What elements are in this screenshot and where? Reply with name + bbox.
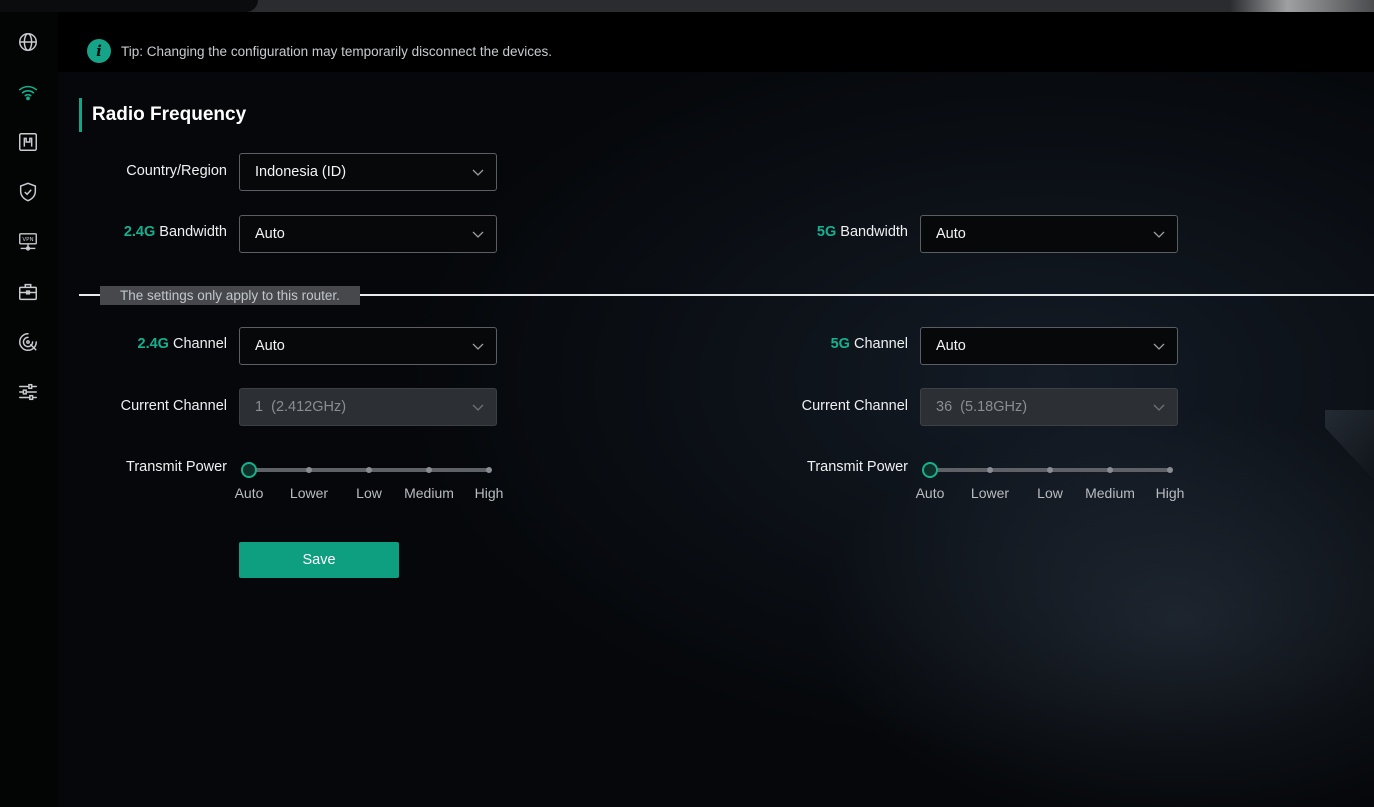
channel-5g-select[interactable]: Auto bbox=[920, 327, 1178, 365]
power-level-low[interactable]: Low bbox=[356, 485, 382, 501]
band-24g-tag: 2.4G bbox=[137, 336, 169, 352]
network-port-icon bbox=[19, 133, 37, 151]
band-5g-tag: 5G bbox=[816, 224, 837, 240]
save-button[interactable]: Save bbox=[239, 542, 399, 578]
vpn-icon: VPN bbox=[19, 233, 37, 251]
sidebar-item-internet[interactable] bbox=[14, 28, 42, 56]
slider-step bbox=[486, 467, 492, 473]
sidebar-item-diagnostics[interactable] bbox=[14, 328, 42, 356]
sidebar-item-vpn[interactable]: VPN bbox=[14, 228, 42, 256]
power-level-auto[interactable]: Auto bbox=[235, 485, 264, 501]
sidebar-item-security[interactable] bbox=[14, 178, 42, 206]
channel-24g-select[interactable]: Auto bbox=[239, 327, 497, 365]
slider-step bbox=[1047, 467, 1053, 473]
bandwidth-24g-select[interactable]: Auto bbox=[239, 215, 497, 253]
slider-step bbox=[987, 467, 993, 473]
transmit-power-5g-slider[interactable]: Auto Lower Low Medium High bbox=[916, 461, 1184, 501]
chevron-down-icon bbox=[1153, 404, 1165, 411]
chevron-down-icon bbox=[1153, 231, 1165, 238]
current-channel-24g-select: 1 (2.412GHz) bbox=[239, 388, 497, 426]
sidebar-item-advanced[interactable] bbox=[14, 378, 42, 406]
channel-5g-value: Auto bbox=[936, 338, 966, 354]
svg-text:VPN: VPN bbox=[22, 237, 33, 243]
slider-step bbox=[1167, 467, 1173, 473]
sidebar-item-wifi[interactable] bbox=[14, 78, 42, 106]
power-level-lower[interactable]: Lower bbox=[971, 485, 1009, 501]
settings-sliders-icon bbox=[19, 383, 37, 401]
power-level-medium[interactable]: Medium bbox=[1085, 485, 1135, 501]
bandwidth-5g-select[interactable]: Auto bbox=[920, 215, 1178, 253]
band-5g-tag: 5G bbox=[830, 336, 850, 352]
top-bar bbox=[0, 0, 1374, 12]
chevron-down-icon bbox=[1153, 343, 1165, 350]
chevron-down-icon bbox=[472, 404, 484, 411]
sidebar-item-ports[interactable] bbox=[14, 128, 42, 156]
power-level-high[interactable]: High bbox=[1156, 485, 1185, 501]
tip-banner: i Tip: Changing the configuration may te… bbox=[87, 38, 552, 64]
bandwidth-24g-text: Bandwidth bbox=[159, 224, 227, 240]
slider-step bbox=[1107, 467, 1113, 473]
country-region-label: Country/Region bbox=[126, 163, 227, 179]
wifi-icon bbox=[18, 85, 38, 101]
current-channel-5g-select: 36 (5.18GHz) bbox=[920, 388, 1178, 426]
power-level-lower[interactable]: Lower bbox=[290, 485, 328, 501]
power-level-auto[interactable]: Auto bbox=[916, 485, 945, 501]
sidebar: VPN bbox=[0, 12, 58, 807]
channel-24g-value: Auto bbox=[255, 338, 285, 354]
chevron-down-icon bbox=[472, 231, 484, 238]
globe-icon bbox=[19, 33, 37, 51]
channel-24g-text: Channel bbox=[172, 336, 227, 352]
channel-24g-label: 2.4G Channel bbox=[100, 336, 227, 356]
diagnostics-icon bbox=[19, 333, 37, 351]
chevron-down-icon bbox=[472, 169, 484, 176]
power-level-high[interactable]: High bbox=[475, 485, 504, 501]
top-bar-tab bbox=[0, 0, 258, 12]
toolbox-icon bbox=[19, 283, 37, 301]
slider-handle[interactable] bbox=[922, 462, 938, 478]
shield-check-icon bbox=[19, 182, 37, 202]
sidebar-item-tools[interactable] bbox=[14, 278, 42, 306]
bandwidth-5g-value: Auto bbox=[936, 226, 966, 242]
channel-5g-text: Channel bbox=[853, 336, 908, 352]
section-title: Radio Frequency bbox=[79, 98, 246, 132]
power-level-low[interactable]: Low bbox=[1037, 485, 1063, 501]
slider-step bbox=[426, 467, 432, 473]
slider-step bbox=[366, 467, 372, 473]
bandwidth-5g-text: Bandwidth bbox=[840, 224, 908, 240]
tip-text: Tip: Changing the configuration may temp… bbox=[121, 43, 552, 59]
current-channel-24g-value: 1 (2.412GHz) bbox=[255, 399, 347, 415]
current-channel-5g-label: Current Channel bbox=[801, 398, 908, 414]
divider-note: The settings only apply to this router. bbox=[100, 286, 360, 305]
top-bar-glow bbox=[1230, 0, 1374, 12]
slider-step bbox=[306, 467, 312, 473]
transmit-power-24g-label: Transmit Power bbox=[126, 459, 227, 475]
transmit-power-5g-label: Transmit Power bbox=[807, 459, 908, 475]
slider-handle[interactable] bbox=[241, 462, 257, 478]
bandwidth-24g-value: Auto bbox=[255, 226, 285, 242]
info-icon: i bbox=[87, 39, 111, 63]
country-region-select[interactable]: Indonesia (ID) bbox=[239, 153, 497, 191]
current-channel-24g-label: Current Channel bbox=[120, 398, 227, 414]
bandwidth-24g-label: 2.4G Bandwidth bbox=[90, 224, 227, 244]
chevron-down-icon bbox=[472, 343, 484, 350]
country-region-value: Indonesia (ID) bbox=[255, 164, 347, 180]
power-level-medium[interactable]: Medium bbox=[404, 485, 454, 501]
band-24g-tag: 2.4G bbox=[123, 224, 156, 240]
transmit-power-24g-slider[interactable]: Auto Lower Low Medium High bbox=[235, 461, 503, 501]
current-channel-5g-value: 36 (5.18GHz) bbox=[936, 399, 1028, 415]
bandwidth-5g-label: 5G Bandwidth bbox=[770, 224, 908, 244]
channel-5g-label: 5G Channel bbox=[770, 336, 908, 356]
